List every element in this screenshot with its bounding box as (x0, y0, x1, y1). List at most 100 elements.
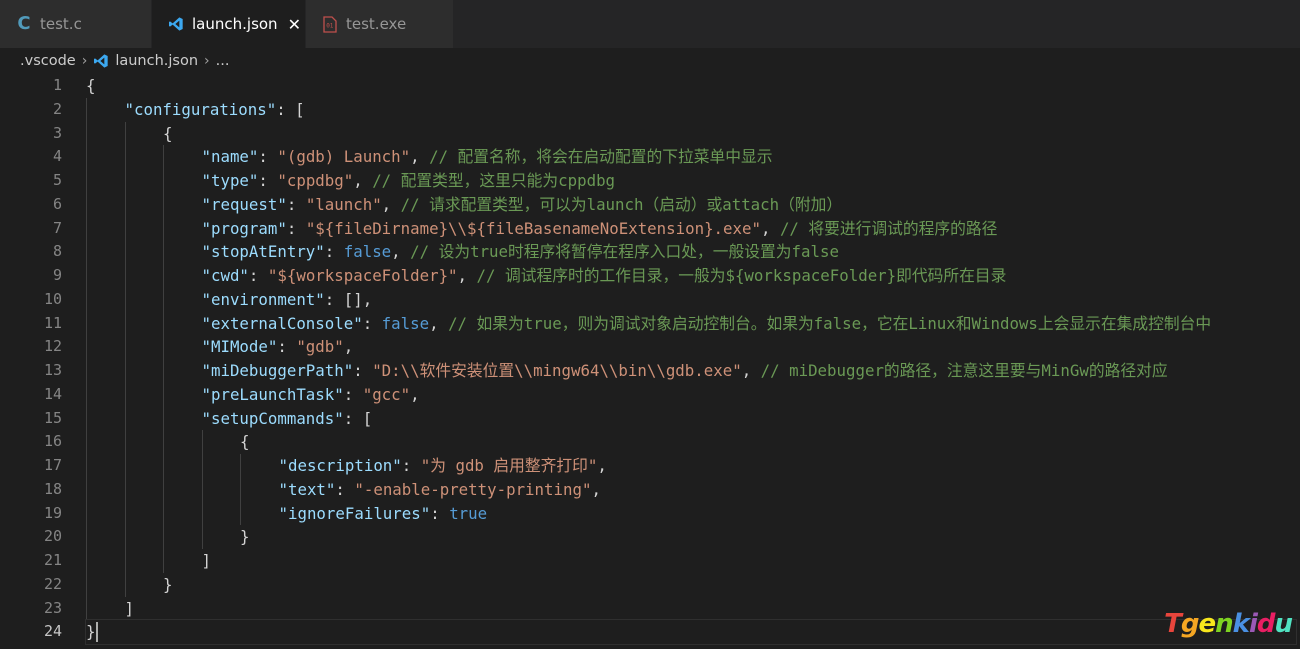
line-number: 15 (43, 408, 62, 427)
json-punctuation: : (286, 218, 306, 238)
indent-guide (124, 264, 126, 288)
watermark-letter: g (1180, 609, 1200, 639)
indent-guide (240, 501, 241, 526)
code-line[interactable]: "ignoreFailures": true (86, 501, 1300, 526)
code-line[interactable]: "cwd": "${workspaceFolder}", // 调试程序时的工作… (86, 264, 1300, 288)
code-line[interactable]: } (85, 619, 1297, 645)
indent-guide (124, 382, 126, 407)
code-line[interactable]: "request": "launch", // 请求配置类型，可以为launch… (86, 192, 1300, 217)
line-number: 18 (43, 479, 62, 498)
close-icon[interactable]: ✕ (288, 15, 301, 34)
code-line[interactable]: "type": "cppdbg", // 配置类型，这里只能为cppdbg (86, 169, 1300, 193)
code-line[interactable]: "environment": [], (86, 287, 1300, 312)
code-line[interactable]: "miDebuggerPath": "D:\\软件安装位置\\mingw64\\… (86, 359, 1300, 383)
json-key: "miDebuggerPath" (201, 361, 354, 380)
code-area[interactable]: {"configurations": [{"name": "(gdb) Laun… (85, 74, 1300, 645)
code-content: "text": "-enable-pretty-printing", (279, 480, 601, 499)
indent-guide (86, 359, 87, 383)
tab-test-c[interactable]: C test.c (0, 0, 152, 48)
code-line[interactable]: ] (86, 549, 1300, 573)
line-number: 1 (52, 76, 62, 94)
code-line[interactable]: "name": "(gdb) Launch", // 配置名称，将会在启动配置的… (86, 145, 1300, 169)
json-key: "program" (201, 218, 287, 238)
indent-guide (240, 454, 241, 478)
indent-guide (86, 287, 87, 312)
code-comment: // 调试程序时的工作目录，一般为${workspaceFolder}即代码所在… (476, 266, 1007, 285)
breadcrumb-folder[interactable]: .vscode (20, 53, 76, 69)
json-punctuation: } (86, 622, 96, 642)
line-number: 17 (43, 456, 62, 474)
code-content: "request": "launch", // 请求配置类型，可以为launch… (202, 195, 843, 214)
indent-guide (86, 382, 87, 407)
json-key: "preLaunchTask" (201, 384, 344, 404)
json-punctuation: : [], (324, 289, 373, 309)
indent-guide (86, 145, 87, 169)
code-content: "description": "为 gdb 启用整齐打印", (279, 456, 607, 475)
indent-guide (163, 169, 164, 193)
breadcrumb-more[interactable]: ... (216, 53, 230, 69)
code-content: { (240, 432, 249, 451)
code-content: "cwd": "${workspaceFolder}", // 调试程序时的工作… (202, 266, 1007, 285)
tab-label: test.c (40, 15, 82, 33)
code-line[interactable]: { (86, 430, 1300, 454)
json-punctuation: : [ (343, 408, 373, 428)
indent-guide (124, 572, 126, 597)
code-line[interactable]: "configurations": [ (86, 97, 1300, 122)
json-punctuation: , (457, 266, 477, 285)
line-number: 8 (52, 242, 62, 261)
json-string: "gdb" (296, 337, 344, 357)
json-punctuation: : (362, 313, 382, 333)
watermark-letter: T (1164, 609, 1182, 639)
tab-launch-json[interactable]: launch.json ✕ (152, 0, 306, 48)
json-punctuation: { (163, 123, 173, 143)
indent-guide (163, 382, 164, 407)
code-line[interactable]: } (86, 572, 1300, 597)
json-key: "externalConsole" (201, 313, 363, 333)
json-key: "text" (278, 479, 336, 499)
line-number: 3 (52, 123, 62, 142)
code-line[interactable]: } (86, 525, 1300, 549)
code-line[interactable]: "preLaunchTask": "gcc", (86, 382, 1300, 407)
line-number: 6 (52, 194, 62, 213)
code-line[interactable]: "stopAtEntry": false, // 设为true时程序将暂停在程序… (86, 240, 1300, 264)
json-punctuation: , (343, 337, 354, 357)
indent-guide (86, 97, 87, 122)
json-string: "launch" (305, 194, 382, 214)
code-line[interactable]: { (86, 74, 1300, 98)
indent-guide (86, 549, 87, 573)
code-content: { (163, 124, 172, 143)
text-cursor (96, 622, 98, 643)
code-content: "miDebuggerPath": "D:\\软件安装位置\\mingw64\\… (202, 361, 1168, 380)
indent-guide (86, 192, 87, 217)
code-line[interactable]: "text": "-enable-pretty-printing", (86, 477, 1300, 502)
line-number-gutter: 1 2 3 4 5 6 7 8 9 10 11 12 13 14 15 16 17 18 19 20 21 22 23 24 (0, 74, 62, 644)
code-line[interactable]: ] (86, 596, 1300, 621)
code-line[interactable]: { (86, 121, 1300, 146)
code-line[interactable]: "MIMode": "gdb", (86, 335, 1300, 359)
code-line[interactable]: "externalConsole": false, // 如果为true，则为调… (86, 311, 1300, 336)
indent-guide (124, 287, 126, 312)
json-punctuation: : (401, 456, 421, 475)
json-key: "description" (278, 456, 402, 475)
code-content: "setupCommands": [ (202, 409, 373, 428)
code-line[interactable]: "description": "为 gdb 启用整齐打印", (86, 454, 1300, 478)
watermark-letter: e (1198, 609, 1216, 639)
json-string: "-enable-pretty-printing" (354, 479, 592, 499)
indent-guide (163, 549, 164, 573)
line-number: 16 (43, 432, 62, 451)
line-number: 7 (52, 218, 62, 237)
code-editor[interactable]: 1 2 3 4 5 6 7 8 9 10 11 12 13 14 15 16 17 18 19 20 21 22 23 24 … (0, 74, 1300, 649)
indent-guide (86, 169, 87, 193)
code-line[interactable]: "program": "${fileDirname}\\${fileBasena… (86, 216, 1300, 241)
tab-test-exe[interactable]: 01 test.exe (306, 0, 454, 48)
json-punctuation: ] (124, 598, 134, 618)
json-punctuation: : (258, 147, 278, 167)
indent-guide (124, 311, 126, 336)
json-punctuation: : (258, 171, 278, 190)
breadcrumb-file[interactable]: launch.json (115, 53, 198, 69)
code-content: "MIMode": "gdb", (202, 337, 354, 356)
indent-guide (124, 240, 126, 264)
indent-guide (201, 525, 203, 549)
code-line[interactable]: "setupCommands": [ (86, 406, 1300, 431)
indent-guide (163, 359, 164, 383)
